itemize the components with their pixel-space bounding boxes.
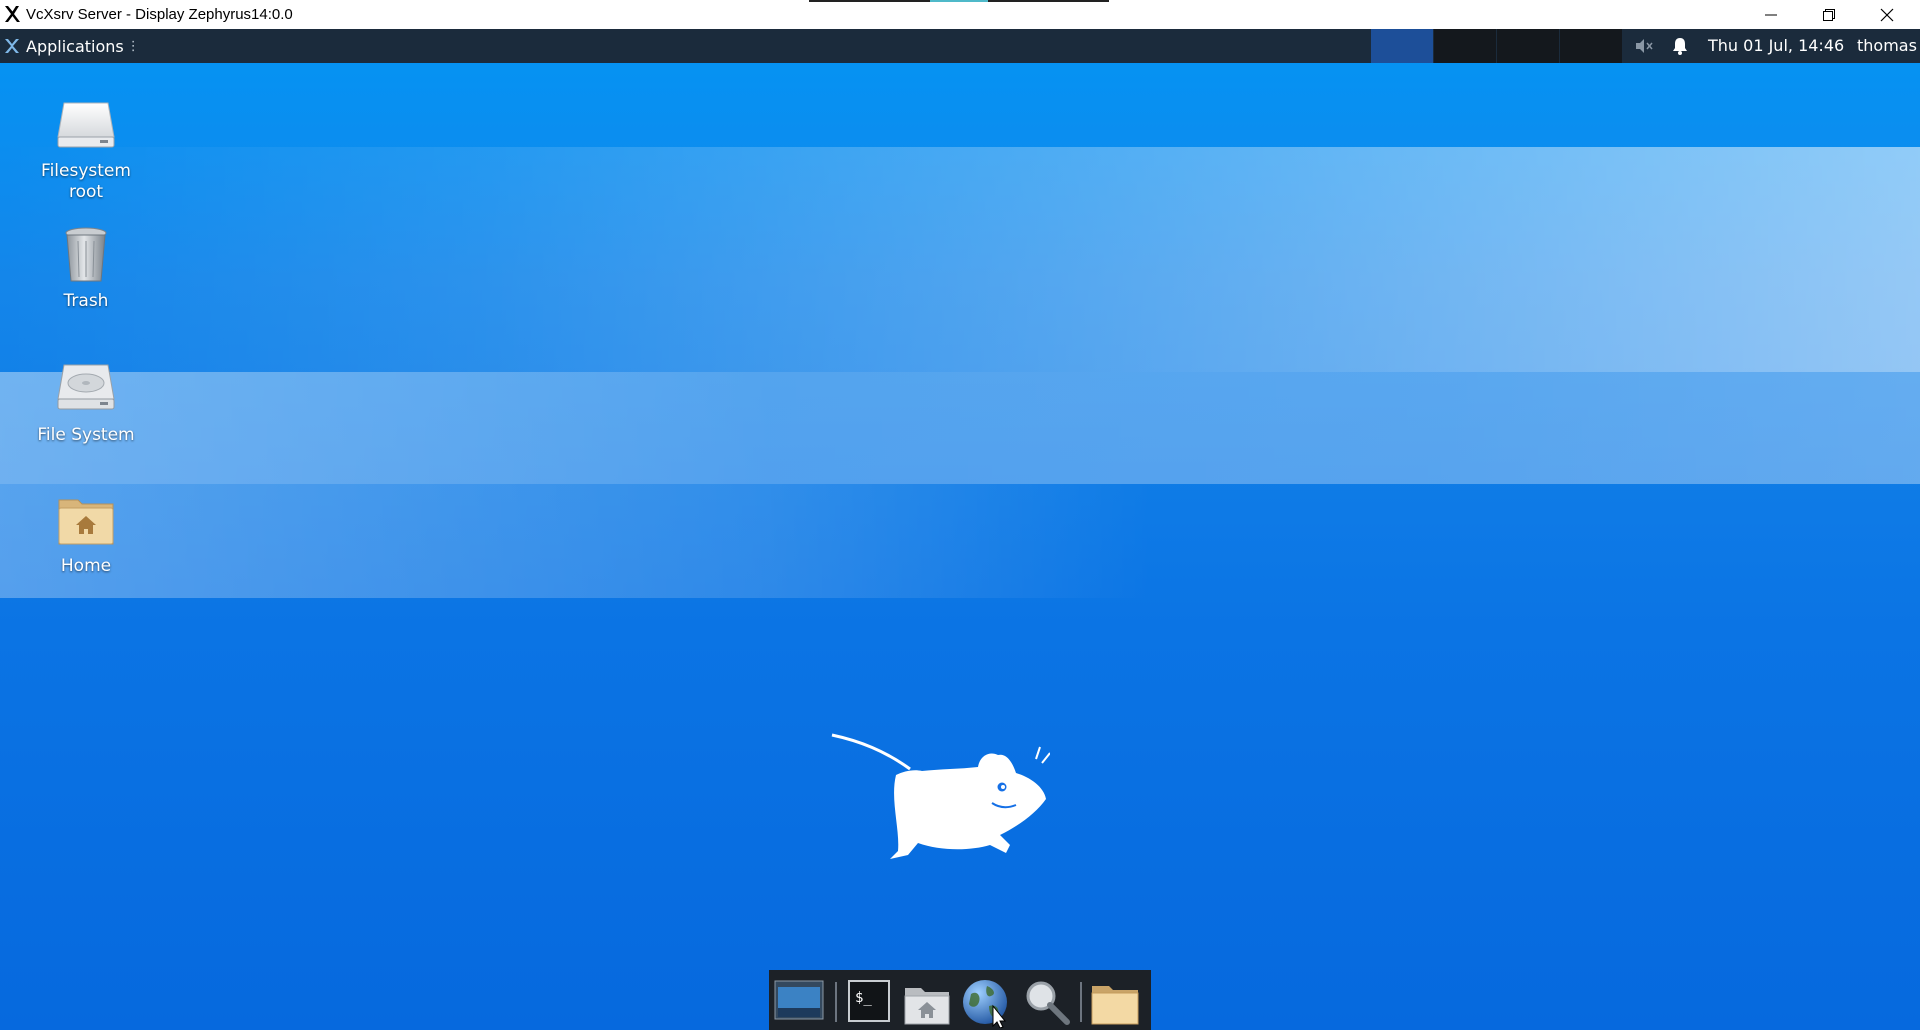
home-folder-icon [904,988,950,1025]
title-accent-highlight [930,0,988,2]
wallpaper-band [0,147,1920,372]
vcxsrv-logo-icon [5,6,20,22]
workspace-1[interactable] [1371,29,1433,63]
close-icon [1880,8,1894,21]
minimize-button[interactable] [1742,0,1800,29]
applications-menu[interactable]: Applications ⋮ [0,29,140,63]
workspace-2[interactable] [1434,29,1496,63]
drive-icon [57,102,115,148]
desktop-icon-file-system[interactable]: File System [26,359,146,446]
desktop-icon-label: Home [60,556,112,576]
desktop[interactable]: Applications ⋮ Thu 01 Jul, 14:46 thomas [0,29,1920,1030]
xfce-logo-icon [5,39,19,53]
dock-separator [835,982,837,1022]
dock-app-finder[interactable] [1021,978,1073,1028]
hard-disk-icon [57,364,115,410]
applications-label: Applications [26,36,124,56]
window-titlebar: VcXsrv Server - Display Zephyrus14:0.0 [0,0,1920,29]
xfce-mouse-logo [831,733,1050,859]
desktop-icon-filesystem-root[interactable]: Filesystem root [26,95,146,203]
dock-file-manager[interactable] [901,978,953,1028]
minimize-icon [1765,14,1777,15]
magnifier-icon [1026,981,1070,1025]
panel-handle-icon: ⋮ [126,38,140,54]
dock-panel: $_ [769,970,1151,1030]
terminal-icon: $_ [848,980,890,1022]
svg-text:$_: $_ [855,990,872,1006]
dock-separator [1080,982,1082,1022]
desktop-icon-trash[interactable]: Trash [26,225,146,312]
desktop-icon-label: File System [37,425,135,445]
folder-icon [1091,986,1139,1025]
desktop-icon-label: Trash [63,291,109,311]
top-panel: Applications ⋮ Thu 01 Jul, 14:46 thomas [0,29,1920,63]
globe-icon [963,980,1007,1029]
desktop-icon-label: root [68,182,104,202]
volume-muted-icon[interactable] [1634,37,1654,55]
wallpaper-band [0,372,1920,484]
dock-show-desktop[interactable] [773,978,825,1028]
dock-web-browser[interactable] [961,978,1013,1029]
show-desktop-icon [774,980,824,1020]
bell-icon[interactable] [1671,36,1689,56]
wallpaper-band [0,484,1920,598]
restore-icon [1823,8,1835,21]
home-folder-icon [58,499,114,545]
user-menu[interactable]: thomas [1857,36,1917,55]
workspace-switcher [1371,29,1623,63]
workspace-4[interactable] [1560,29,1622,63]
workspace-3[interactable] [1497,29,1559,63]
desktop-icon-home[interactable]: Home [26,490,146,577]
window-title: VcXsrv Server - Display Zephyrus14:0.0 [26,6,293,23]
desktop-icon-label: Filesystem [41,161,131,181]
trash-icon [65,227,107,282]
dock-terminal[interactable]: $_ [843,978,895,1028]
restore-button[interactable] [1800,0,1858,29]
clock[interactable]: Thu 01 Jul, 14:46 [1708,36,1844,55]
dock-folder[interactable] [1089,978,1141,1028]
close-button[interactable] [1858,0,1916,29]
